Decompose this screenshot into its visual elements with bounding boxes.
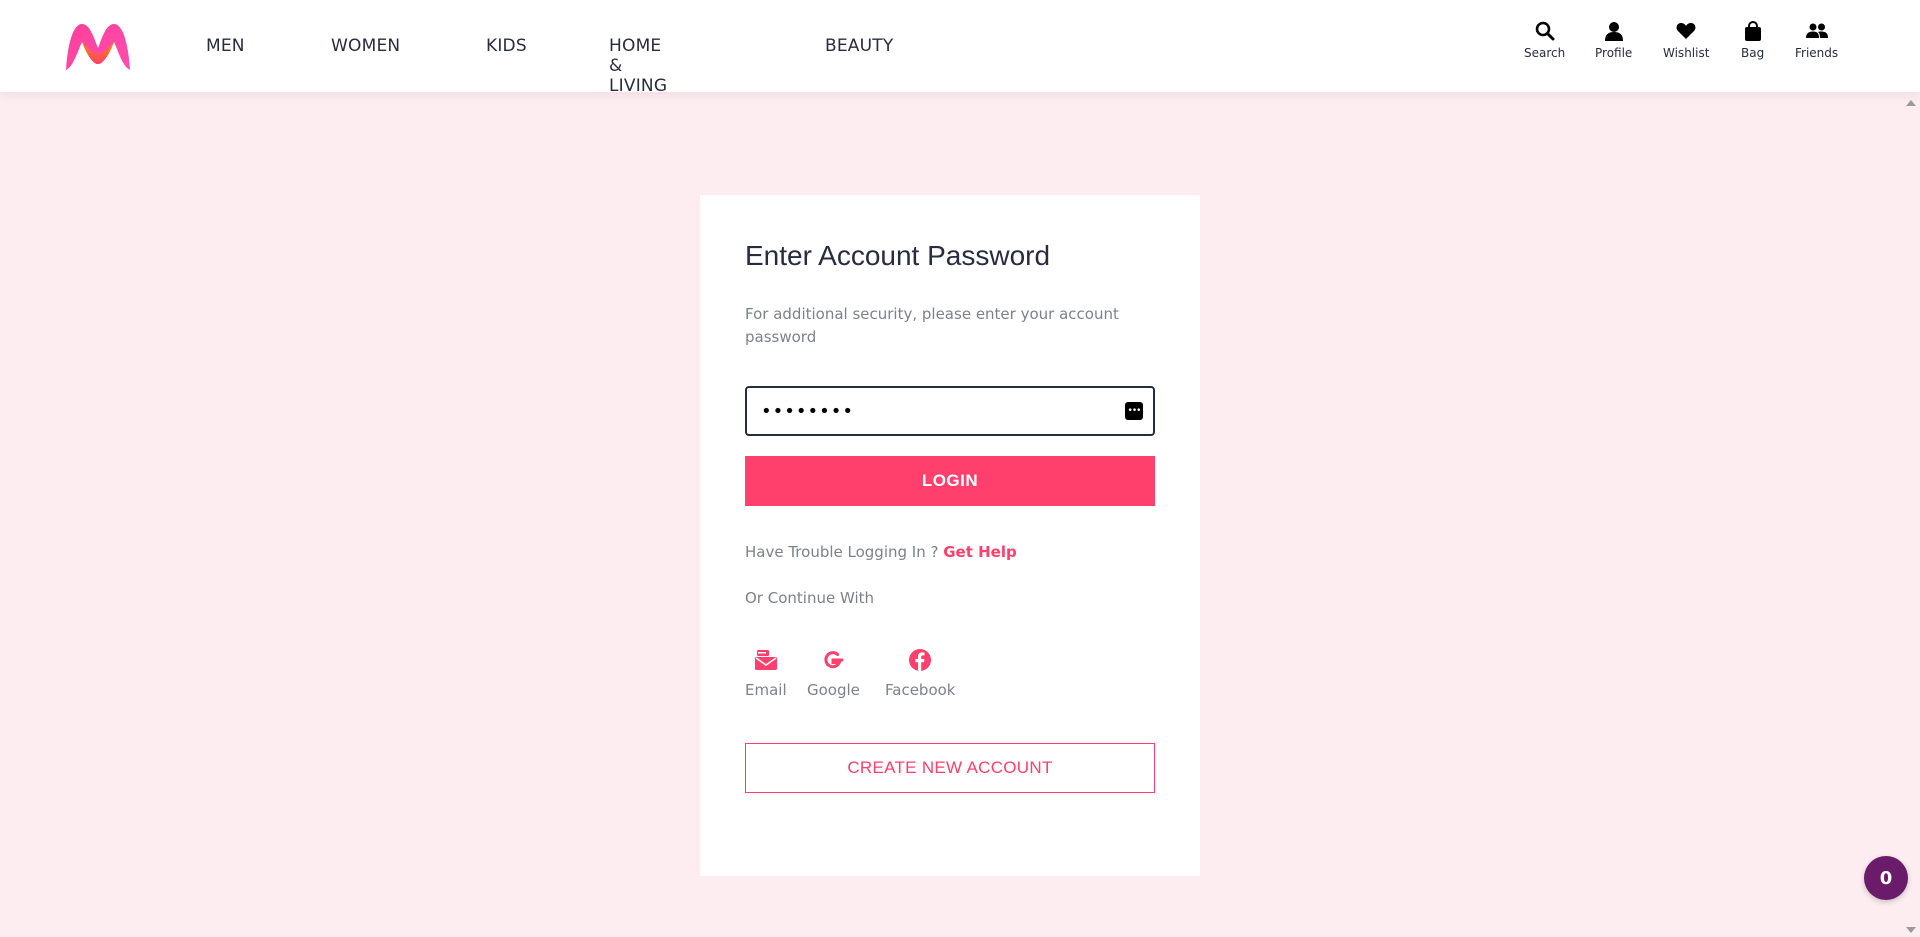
password-card: Enter Account Password For additional se… (700, 195, 1200, 876)
heart-icon (1675, 20, 1697, 42)
google-label: Google (807, 681, 860, 699)
google-icon (820, 647, 846, 673)
social-login-options: Email Google Facebook (745, 647, 1165, 707)
trouble-login-text: Have Trouble Logging In ? Get Help (745, 543, 1017, 561)
continue-with-text: Or Continue With (745, 589, 875, 607)
friends-action[interactable]: Friends (1795, 20, 1838, 60)
facebook-icon (907, 647, 933, 673)
password-value: •••••••• (761, 401, 854, 422)
create-account-button[interactable]: CREATE NEW ACCOUNT (745, 743, 1155, 793)
profile-icon (1603, 20, 1625, 42)
scroll-down-arrow[interactable] (1906, 927, 1916, 933)
wishlist-label: Wishlist (1663, 46, 1710, 60)
page-title: Enter Account Password (745, 240, 1051, 271)
get-help-link[interactable]: Get Help (943, 543, 1016, 561)
friends-icon (1805, 20, 1828, 42)
facebook-label: Facebook (885, 681, 956, 699)
email-label: Email (745, 681, 787, 699)
scroll-up-arrow[interactable] (1906, 100, 1916, 106)
password-input[interactable]: •••••••• ••• (745, 386, 1155, 436)
friends-label: Friends (1795, 46, 1839, 60)
google-login-option[interactable]: Google (807, 647, 860, 699)
security-subtitle: For additional security, please enter yo… (745, 305, 1119, 346)
search-label: Search (1524, 46, 1566, 60)
chat-notification-badge[interactable]: 0 (1864, 856, 1908, 900)
login-button[interactable]: LOGIN (745, 456, 1155, 506)
facebook-login-option[interactable]: Facebook (885, 647, 955, 699)
profile-action[interactable]: Profile (1595, 20, 1632, 60)
header-actions: Search Profile Wishlist Bag Friends (0, 0, 1920, 92)
wishlist-action[interactable]: Wishlist (1663, 20, 1709, 60)
bag-label: Bag (1741, 46, 1765, 60)
search-action[interactable]: Search (1524, 20, 1565, 60)
profile-label: Profile (1595, 46, 1633, 60)
email-icon (753, 647, 779, 673)
bag-action[interactable]: Bag (1741, 20, 1764, 60)
email-login-option[interactable]: Email (745, 647, 787, 699)
top-header: MEN WOMEN KIDS HOME & LIVING BEAUTY Sear… (0, 0, 1920, 96)
page-scrollbar[interactable] (1902, 92, 1920, 937)
search-icon (1534, 20, 1556, 42)
password-manager-icon[interactable]: ••• (1125, 402, 1143, 420)
bag-icon (1742, 20, 1764, 42)
help-prompt: Have Trouble Logging In ? (745, 543, 939, 561)
